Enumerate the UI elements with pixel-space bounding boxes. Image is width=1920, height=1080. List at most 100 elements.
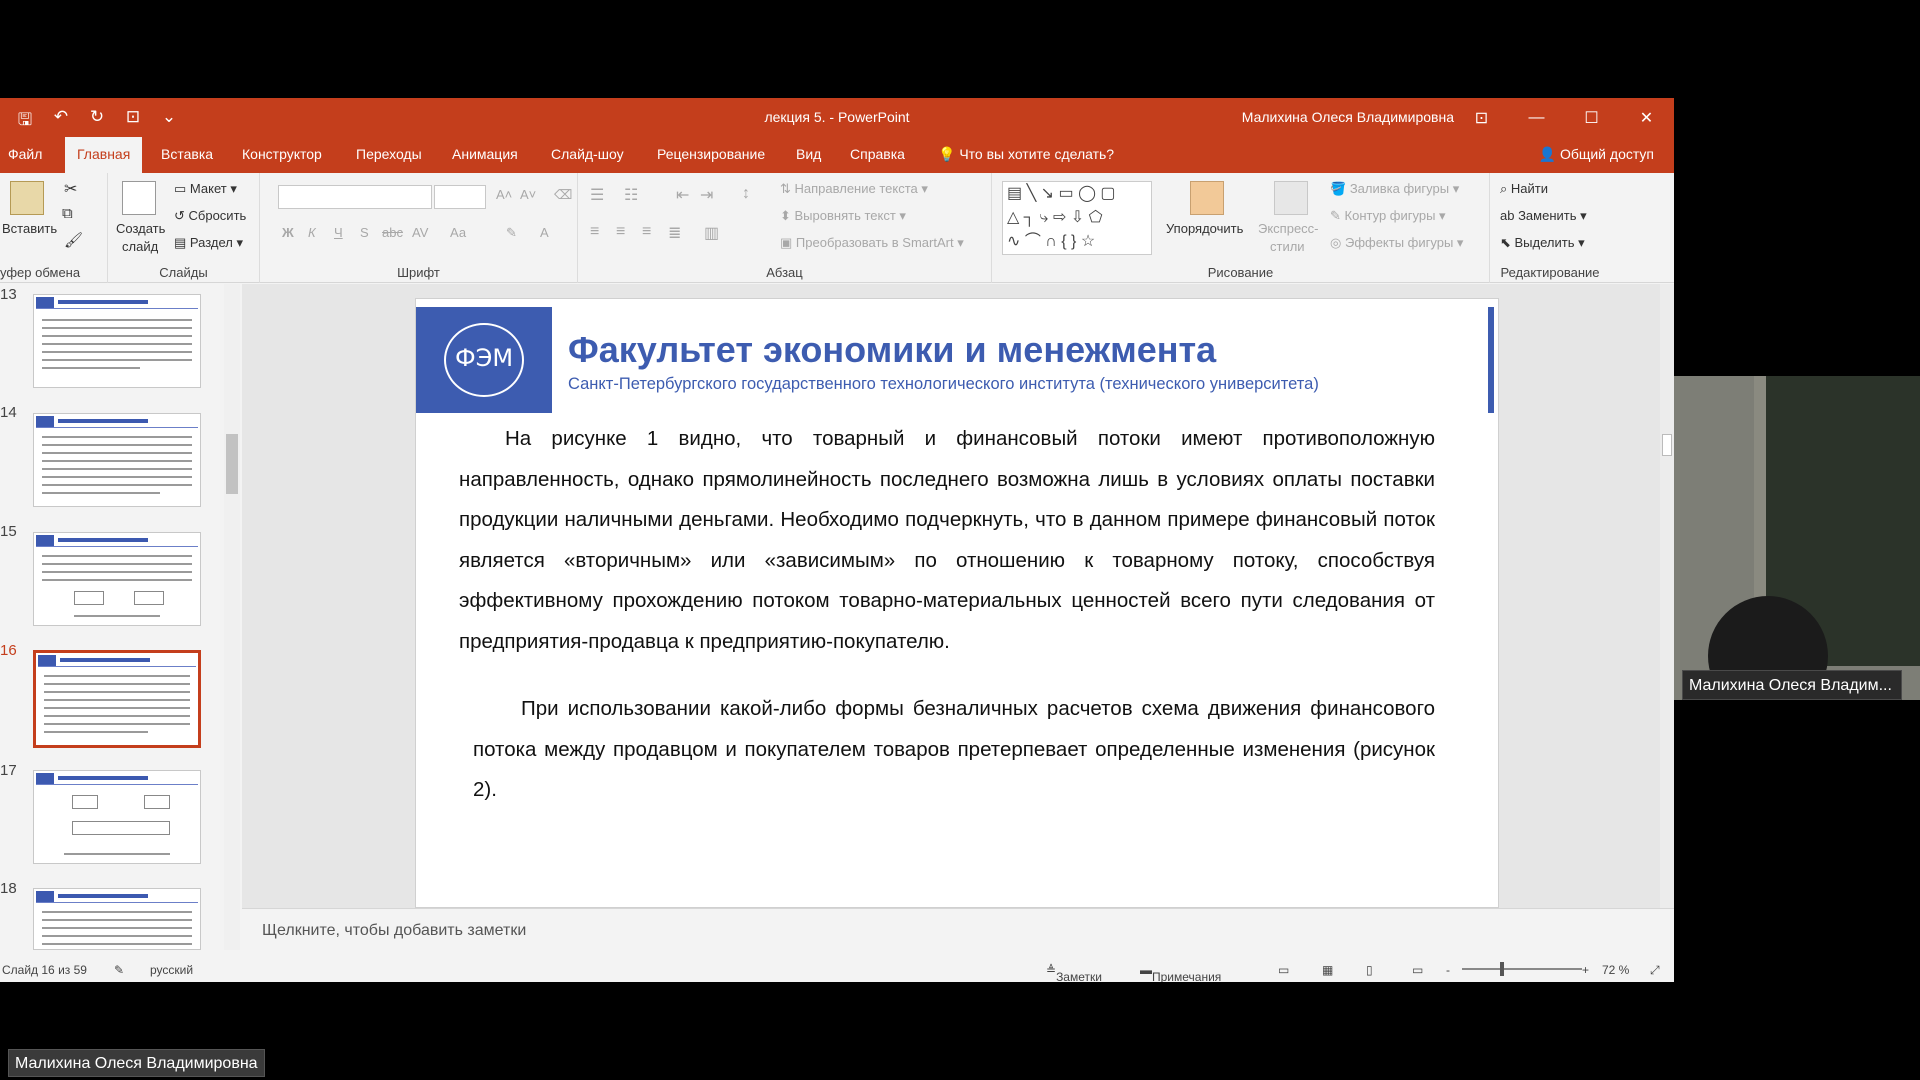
reading-view-icon[interactable]: ▯ xyxy=(1366,963,1373,977)
copy-icon[interactable]: ⧉ xyxy=(62,205,73,222)
tab-animations[interactable]: Анимация xyxy=(452,146,518,162)
tab-slideshow[interactable]: Слайд-шоу xyxy=(551,146,624,162)
arrange-icon[interactable] xyxy=(1190,181,1224,215)
triangle-shape-icon[interactable]: △ xyxy=(1007,209,1019,226)
strikethrough-button[interactable]: abc xyxy=(382,225,403,240)
italic-button[interactable]: К xyxy=(308,225,316,240)
tab-view[interactable]: Вид xyxy=(796,146,821,162)
line-spacing-icon[interactable]: ↕ xyxy=(742,185,750,203)
quick-styles-icon[interactable] xyxy=(1274,181,1308,215)
tab-design[interactable]: Конструктор xyxy=(242,146,322,162)
highlight-icon[interactable]: ✎ xyxy=(506,225,517,241)
zoom-slider[interactable] xyxy=(1462,962,1582,976)
align-right-icon[interactable]: ≡ xyxy=(642,223,651,241)
tab-help[interactable]: Справка xyxy=(850,146,905,162)
maximize-button[interactable]: ☐ xyxy=(1564,98,1619,137)
columns-icon[interactable]: ▥ xyxy=(704,223,719,243)
slide-sorter-icon[interactable]: ▦ xyxy=(1322,963,1333,977)
zoom-slider-handle[interactable] xyxy=(1500,962,1504,976)
scroll-thumb[interactable] xyxy=(226,434,238,494)
new-slide-label-2[interactable]: слайд xyxy=(122,239,158,254)
format-painter-icon[interactable]: 🖌 xyxy=(64,231,83,249)
slide-paragraph-2[interactable]: При использовании какой-либо формы безна… xyxy=(473,689,1435,811)
quick-styles-label-2[interactable]: стили xyxy=(1270,239,1305,254)
curve-shape-icon[interactable]: ∿ xyxy=(1007,233,1020,250)
paste-button[interactable]: Вставить xyxy=(2,221,57,236)
align-text-button[interactable]: ⬍ Выровнять текст ▾ xyxy=(780,208,906,224)
current-slide[interactable]: ФЭМ Факультет экономики и менежмента Сан… xyxy=(415,298,1499,908)
align-center-icon[interactable]: ≡ xyxy=(616,223,625,241)
font-size-field[interactable] xyxy=(434,185,486,209)
slide-thumbnail[interactable] xyxy=(33,888,201,950)
shapes-gallery[interactable]: ▤ ╲ ↘ ▭ ◯ ▢ △ ┐ ⤷ ⇨ ⇩ ⬠ ∿ ⌒ ∩ { } ☆ xyxy=(1002,181,1152,255)
notes-pane[interactable]: Щелкните, чтобы добавить заметки xyxy=(242,908,1674,950)
increase-font-icon[interactable]: A˄ xyxy=(496,187,512,202)
slide-paragraph-1[interactable]: На рисунке 1 видно, что товарный и финан… xyxy=(459,419,1435,662)
change-case-button[interactable]: Аа xyxy=(450,225,466,240)
slide-scrollbar[interactable] xyxy=(1660,284,1674,908)
notes-placeholder[interactable]: Щелкните, чтобы добавить заметки xyxy=(262,922,526,940)
arrange-button[interactable]: Упорядочить xyxy=(1166,221,1243,236)
select-button[interactable]: ⬉ Выделить ▾ xyxy=(1500,235,1585,251)
bold-button[interactable]: Ж xyxy=(282,225,294,240)
shape-outline-button[interactable]: ✎ Контур фигуры ▾ xyxy=(1330,208,1446,224)
shadow-button[interactable]: S xyxy=(360,225,369,240)
language-indicator[interactable]: русский xyxy=(150,963,193,977)
tab-transitions[interactable]: Переходы xyxy=(356,146,422,162)
char-spacing-button[interactable]: AV xyxy=(412,225,428,240)
shape-fill-button[interactable]: 🪣 Заливка фигуры ▾ xyxy=(1330,181,1459,197)
font-name-field[interactable] xyxy=(278,185,432,209)
reset-button[interactable]: ↺ Сбросить xyxy=(174,208,246,224)
bullets-icon[interactable]: ☰ xyxy=(590,185,604,205)
replace-button[interactable]: ab Заменить ▾ xyxy=(1500,208,1587,224)
new-slide-label-1[interactable]: Создать xyxy=(116,221,165,236)
section-button[interactable]: ▤ Раздел ▾ xyxy=(174,235,243,251)
tab-home[interactable]: Главная xyxy=(65,137,143,173)
tab-file[interactable]: Файл xyxy=(8,146,42,162)
slide-title[interactable]: Факультет экономики и менежмента xyxy=(568,329,1216,371)
slideshow-view-icon[interactable]: ▭ xyxy=(1412,963,1423,977)
slide-thumbnail[interactable] xyxy=(33,532,201,626)
justify-icon[interactable]: ≣ xyxy=(668,223,681,243)
textbox-shape-icon[interactable]: ▤ xyxy=(1007,185,1022,202)
thumbnails-scrollbar[interactable] xyxy=(224,284,240,950)
close-button[interactable]: ✕ xyxy=(1619,98,1674,137)
slide-thumbnail[interactable] xyxy=(33,413,201,507)
zoom-level[interactable]: 72 % xyxy=(1602,963,1629,977)
tab-review[interactable]: Рецензирование xyxy=(657,146,765,162)
share-button[interactable]: 👤 Общий доступ xyxy=(1539,146,1654,163)
increase-indent-icon[interactable]: ⇥ xyxy=(700,185,713,205)
spellcheck-icon[interactable]: ✎ xyxy=(114,963,124,977)
tab-insert[interactable]: Вставка xyxy=(161,146,213,162)
normal-view-icon[interactable]: ▭ xyxy=(1278,963,1289,977)
font-color-button[interactable]: А xyxy=(540,225,549,240)
layout-button[interactable]: ▭ Макет ▾ xyxy=(174,181,237,197)
slide-thumbnail[interactable] xyxy=(33,294,201,388)
slide-thumbnail-selected[interactable] xyxy=(33,650,201,748)
account-user-name[interactable]: Малихина Олеся Владимировна xyxy=(1242,109,1454,125)
zoom-in-button[interactable]: + xyxy=(1582,963,1589,977)
numbering-icon[interactable]: ☷ xyxy=(624,185,638,205)
cut-icon[interactable]: ✂ xyxy=(64,179,77,199)
zoom-out-button[interactable]: - xyxy=(1446,963,1450,977)
slide-subtitle[interactable]: Санкт-Петербургского государственного те… xyxy=(568,375,1319,394)
shape-effects-button[interactable]: ◎ Эффекты фигуры ▾ xyxy=(1330,235,1463,251)
minimize-button[interactable]: — xyxy=(1509,98,1564,137)
decrease-indent-icon[interactable]: ⇤ xyxy=(676,185,689,205)
smartart-button[interactable]: ▣ Преобразовать в SmartArt ▾ xyxy=(780,235,964,251)
fit-to-window-icon[interactable]: ⤢ xyxy=(1650,963,1660,978)
comments-toggle[interactable]: ▬ Примечания xyxy=(1140,963,1221,982)
tell-me-search[interactable]: 💡 Что вы хотите сделать? xyxy=(938,146,1114,163)
ribbon-display-options-button[interactable]: ⊡ xyxy=(1454,98,1509,137)
scroll-thumb[interactable] xyxy=(1662,434,1672,456)
align-left-icon[interactable]: ≡ xyxy=(590,223,599,241)
text-direction-button[interactable]: ⇅ Направление текста ▾ xyxy=(780,181,928,197)
new-slide-icon[interactable] xyxy=(122,181,156,215)
paste-icon[interactable] xyxy=(10,181,44,215)
slide-thumbnail[interactable] xyxy=(33,770,201,864)
underline-button[interactable]: Ч xyxy=(334,225,343,240)
quick-styles-label-1[interactable]: Экспресс- xyxy=(1258,221,1319,236)
decrease-font-icon[interactable]: A˅ xyxy=(520,187,536,202)
notes-toggle[interactable]: ≜ Заметки xyxy=(1046,963,1102,982)
clear-formatting-icon[interactable]: ⌫ xyxy=(554,187,572,203)
